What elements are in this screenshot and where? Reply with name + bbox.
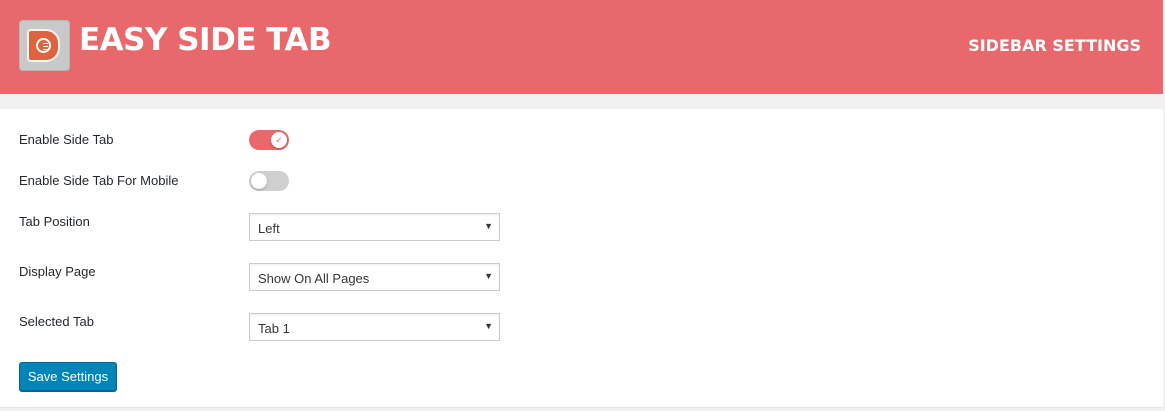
plugin-header: EASY SIDE TAB SIDEBAR SETTINGS bbox=[0, 0, 1163, 94]
display-page-select[interactable]: Show On All Pages ▼ bbox=[249, 263, 500, 291]
section-title: SIDEBAR SETTINGS bbox=[968, 36, 1141, 55]
enable-side-tab-label: Enable Side Tab bbox=[19, 132, 114, 147]
check-icon: ✓ bbox=[271, 132, 287, 148]
toggle-knob bbox=[251, 173, 267, 189]
selected-tab-select[interactable]: Tab 1 ▼ bbox=[249, 313, 500, 341]
display-page-value: Show On All Pages bbox=[258, 271, 370, 286]
chevron-down-icon: ▼ bbox=[484, 271, 493, 281]
settings-panel: Enable Side Tab ✓ Enable Side Tab For Mo… bbox=[0, 109, 1163, 408]
enable-side-tab-toggle[interactable]: ✓ bbox=[249, 130, 289, 150]
chevron-down-icon: ▼ bbox=[484, 221, 493, 231]
selected-tab-label: Selected Tab bbox=[19, 314, 94, 329]
app-title: EASY SIDE TAB bbox=[79, 22, 332, 58]
easy-side-tab-logo-icon bbox=[19, 20, 70, 71]
tab-position-label: Tab Position bbox=[19, 214, 90, 229]
display-page-label: Display Page bbox=[19, 264, 96, 279]
save-settings-button[interactable]: Save Settings bbox=[19, 362, 117, 391]
tab-position-select[interactable]: Left ▼ bbox=[249, 213, 500, 241]
enable-mobile-toggle[interactable] bbox=[249, 171, 289, 191]
tab-position-value: Left bbox=[258, 221, 280, 236]
selected-tab-value: Tab 1 bbox=[258, 321, 290, 336]
chevron-down-icon: ▼ bbox=[484, 321, 493, 331]
enable-mobile-label: Enable Side Tab For Mobile bbox=[19, 173, 179, 188]
